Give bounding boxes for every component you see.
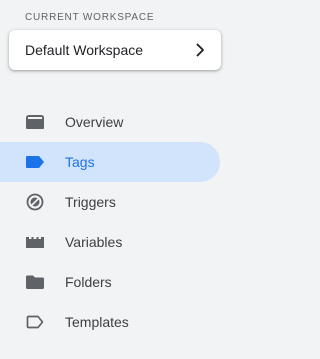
sidebar-item-label: Variables [65, 234, 123, 250]
sidebar-item-folders[interactable]: Folders [0, 262, 220, 302]
sidebar-item-label: Overview [65, 114, 124, 130]
workspace-sidebar: CURRENT WORKSPACE Default Workspace Over… [0, 0, 244, 359]
templates-icon [26, 315, 44, 329]
sidebar-item-label: Tags [65, 154, 95, 170]
sidebar-item-triggers[interactable]: Triggers [0, 182, 220, 222]
sidebar-item-label: Triggers [65, 194, 116, 210]
tag-icon [26, 156, 44, 168]
trigger-icon [26, 193, 44, 211]
sidebar-nav: Overview Tags Triggers Variables Folders… [0, 102, 222, 342]
overview-icon [26, 115, 44, 129]
folder-icon [26, 275, 44, 289]
sidebar-item-templates[interactable]: Templates [0, 302, 220, 342]
sidebar-item-label: Templates [65, 314, 129, 330]
current-workspace-label: CURRENT WORKSPACE [25, 12, 155, 23]
sidebar-item-variables[interactable]: Variables [0, 222, 220, 262]
variables-icon [26, 237, 44, 248]
workspace-selector-button[interactable]: Default Workspace [9, 30, 221, 70]
workspace-name: Default Workspace [25, 42, 144, 58]
sidebar-item-overview[interactable]: Overview [0, 102, 220, 142]
sidebar-item-tags[interactable]: Tags [0, 142, 220, 182]
chevron-right-icon [196, 43, 204, 57]
sidebar-item-label: Folders [65, 274, 112, 290]
